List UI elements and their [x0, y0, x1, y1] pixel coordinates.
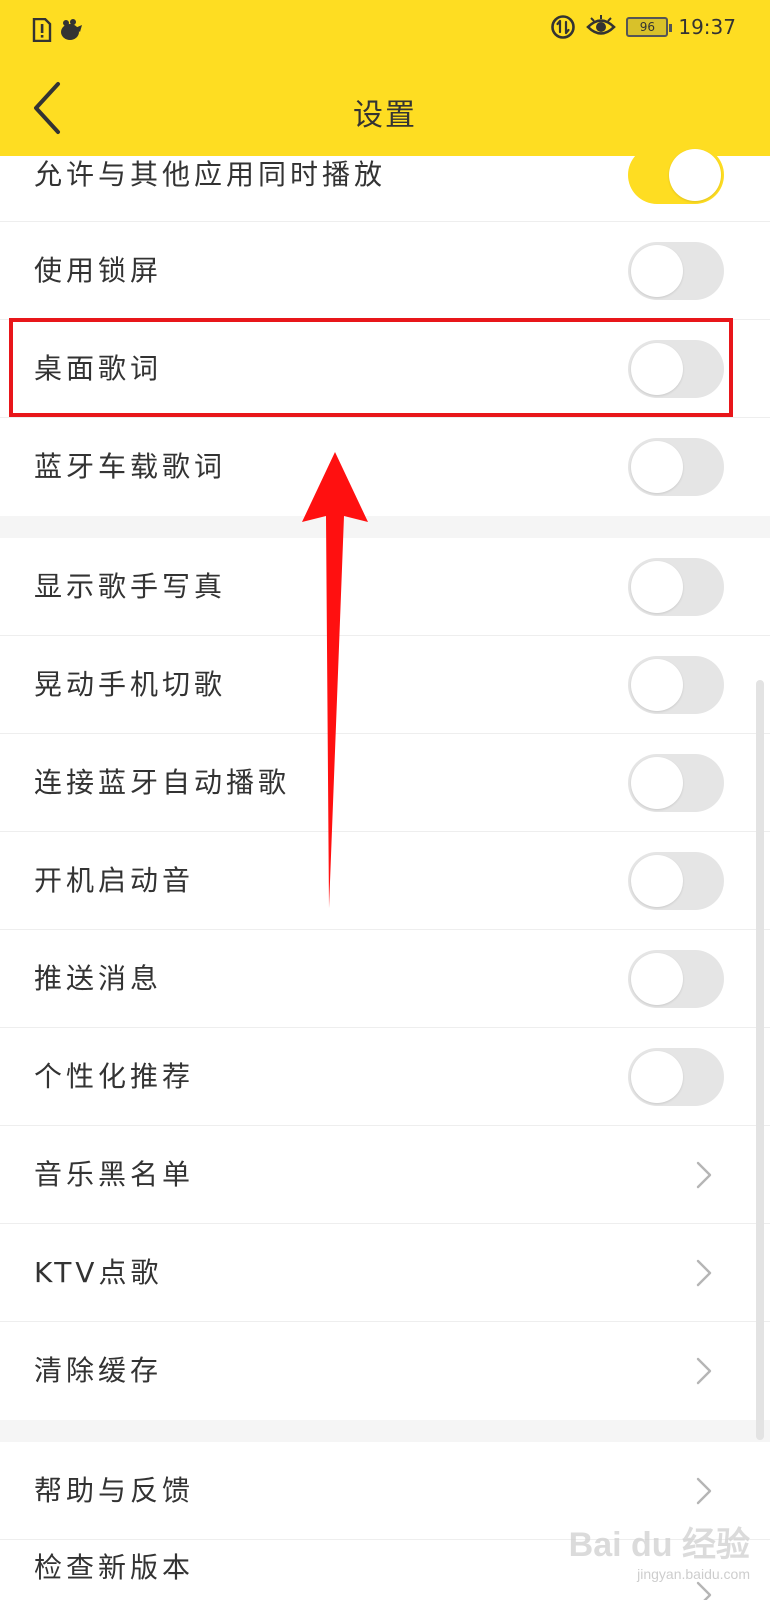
personalized-recommendations-toggle[interactable]	[628, 1048, 724, 1106]
desktop-lyrics-toggle[interactable]	[628, 340, 724, 398]
toggle-knob	[631, 855, 683, 907]
setting-label: 检查新版本	[34, 1551, 195, 1584]
setting-label: 个性化推荐	[34, 1060, 195, 1093]
battery-level: 96	[639, 20, 655, 34]
battery-indicator: 96	[626, 17, 673, 37]
section-divider	[0, 516, 770, 538]
alert-doc-icon	[32, 18, 52, 42]
baidu-watermark: Bai du 经验 jingyan.baidu.com	[569, 1517, 750, 1582]
artist-photo-toggle[interactable]	[628, 558, 724, 616]
title-bar: 设置	[0, 60, 770, 156]
setting-row-bluetooth-autoplay[interactable]: 连接蓝牙自动播歌	[0, 734, 770, 832]
setting-label: 蓝牙车载歌词	[34, 450, 227, 483]
setting-row-clear-cache[interactable]: 清除缓存	[0, 1322, 770, 1420]
watermark-url: jingyan.baidu.com	[637, 1566, 750, 1582]
status-time: 19:37	[678, 15, 736, 39]
bluetooth-car-lyrics-toggle[interactable]	[628, 438, 724, 496]
toggle-knob	[669, 149, 721, 201]
setting-row-shake-to-switch[interactable]: 晃动手机切歌	[0, 636, 770, 734]
lock-screen-toggle[interactable]	[628, 242, 724, 300]
setting-row-startup-sound[interactable]: 开机启动音	[0, 832, 770, 930]
setting-label: 音乐黑名单	[34, 1158, 195, 1191]
startup-sound-toggle[interactable]	[628, 852, 724, 910]
setting-label: 使用锁屏	[34, 254, 163, 287]
chevron-right-icon	[696, 1357, 712, 1385]
bug-icon	[61, 19, 82, 40]
setting-row-personalized-recommendations[interactable]: 个性化推荐	[0, 1028, 770, 1126]
watermark-logo: Bai du 经验	[568, 1526, 750, 1564]
toggle-knob	[631, 1051, 683, 1103]
setting-row-lock-screen[interactable]: 使用锁屏	[0, 222, 770, 320]
setting-row-ktv[interactable]: KTV点歌	[0, 1224, 770, 1322]
toggle-knob	[631, 757, 683, 809]
eye-icon	[586, 15, 617, 35]
setting-label: 允许与其他应用同时播放	[34, 158, 387, 191]
scrollbar[interactable]	[756, 680, 764, 1440]
status-icons-right: 96 19:37	[550, 14, 736, 40]
toggle-knob	[631, 343, 683, 395]
section-divider	[0, 1420, 770, 1442]
status-bar: 96 19:37	[0, 0, 770, 60]
toggle-knob	[631, 245, 683, 297]
toggle-knob	[631, 561, 683, 613]
setting-label: KTV点歌	[34, 1256, 163, 1289]
setting-row-artist-photo[interactable]: 显示歌手写真	[0, 538, 770, 636]
chevron-right-icon	[696, 1581, 712, 1600]
setting-row-desktop-lyrics[interactable]: 桌面歌词	[0, 320, 770, 418]
push-messages-toggle[interactable]	[628, 950, 724, 1008]
setting-row-allow-concurrent-playback[interactable]: 允许与其他应用同时播放	[0, 146, 770, 222]
chevron-right-icon	[696, 1259, 712, 1287]
setting-label: 清除缓存	[34, 1354, 163, 1387]
toggle-knob	[631, 659, 683, 711]
chevron-right-icon	[696, 1477, 712, 1505]
toggle-knob	[631, 441, 683, 493]
chevron-right-icon	[696, 1161, 712, 1189]
page-title: 设置	[353, 98, 417, 133]
status-icons-left	[32, 18, 84, 42]
setting-label: 帮助与反馈	[34, 1474, 195, 1507]
data-sync-icon	[551, 15, 576, 39]
setting-row-bluetooth-car-lyrics[interactable]: 蓝牙车载歌词	[0, 418, 770, 516]
setting-label: 推送消息	[34, 962, 163, 995]
toggle-knob	[631, 953, 683, 1005]
setting-label: 连接蓝牙自动播歌	[34, 766, 291, 799]
setting-row-music-blacklist[interactable]: 音乐黑名单	[0, 1126, 770, 1224]
bluetooth-autoplay-toggle[interactable]	[628, 754, 724, 812]
shake-to-switch-toggle[interactable]	[628, 656, 724, 714]
setting-row-push-messages[interactable]: 推送消息	[0, 930, 770, 1028]
setting-label: 显示歌手写真	[34, 570, 227, 603]
setting-label: 开机启动音	[34, 864, 195, 897]
allow-concurrent-playback-toggle[interactable]	[628, 146, 724, 204]
setting-label: 晃动手机切歌	[34, 668, 227, 701]
setting-label: 桌面歌词	[34, 352, 163, 385]
